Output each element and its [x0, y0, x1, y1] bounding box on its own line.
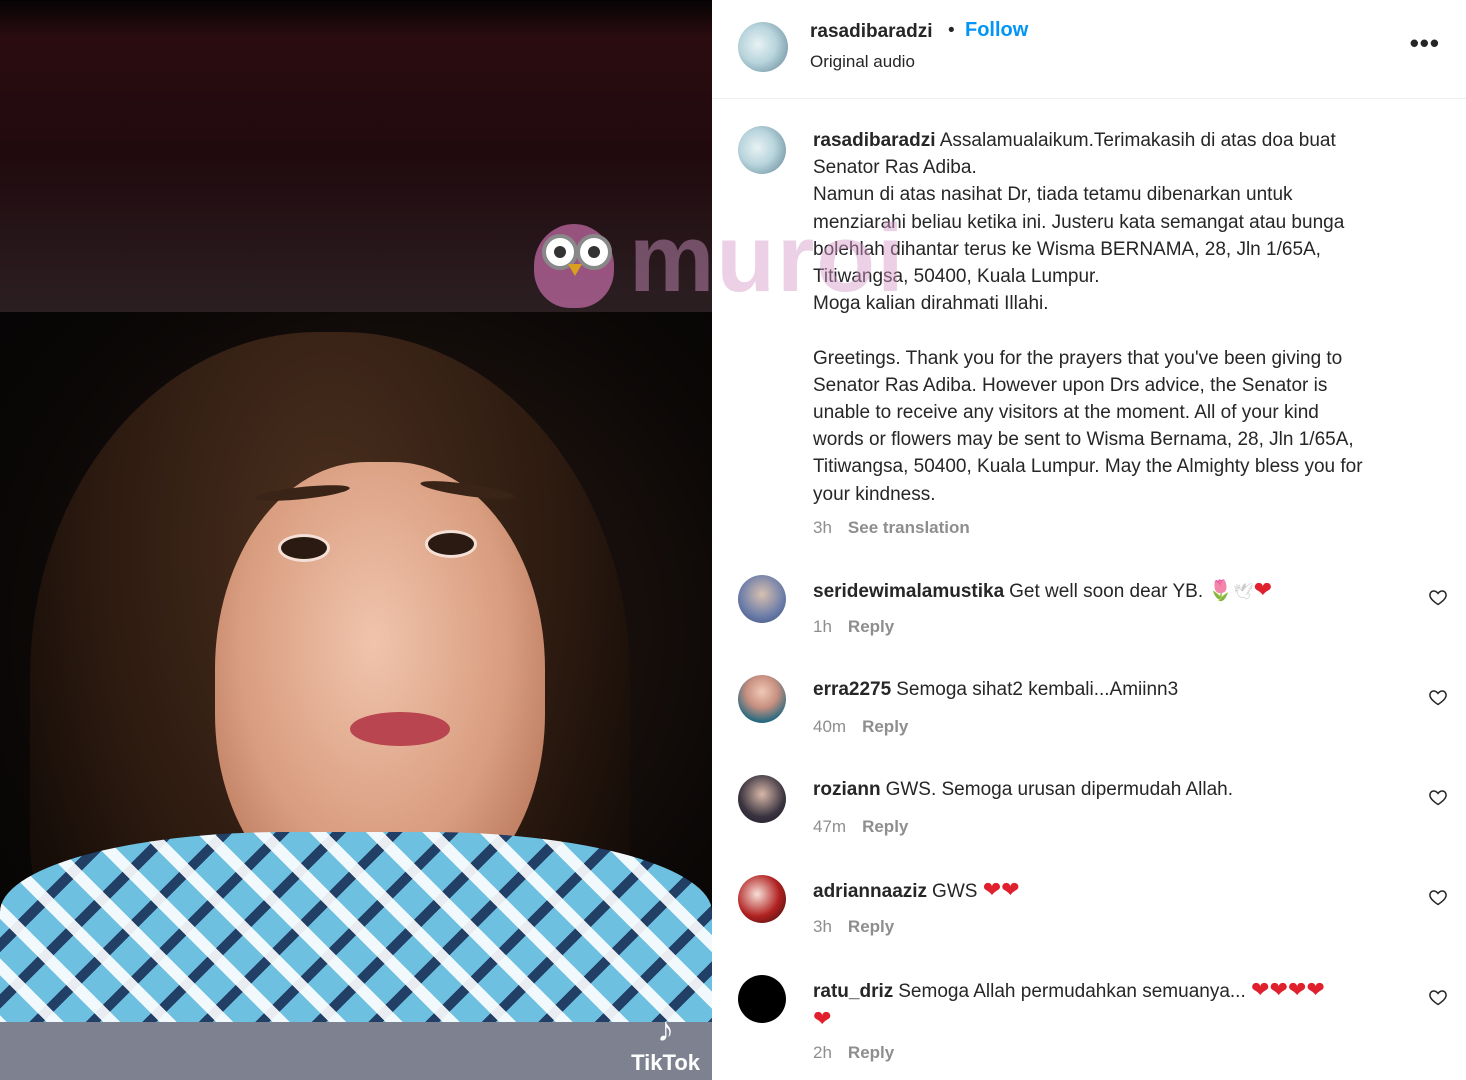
caption-time: 3h	[813, 518, 832, 537]
comment-item: adriannaaziz GWS ❤❤ 3h Reply	[712, 875, 1466, 965]
comment-meta: 40m Reply	[813, 717, 908, 737]
heart-emoji-icon: ❤	[1001, 877, 1020, 902]
left-eye	[278, 534, 330, 562]
like-heart-icon[interactable]	[1428, 687, 1448, 707]
comment-item: seridewimalamustika Get well soon dear YB…	[712, 575, 1466, 665]
comment-text: GWS	[932, 881, 978, 902]
heart-emoji-icon: ❤	[982, 877, 1002, 902]
comment-text: GWS. Semoga urusan dipermudah Allah.	[885, 779, 1234, 800]
video-player[interactable]: ♪ TikTok	[0, 0, 712, 1080]
comment-body: erra2275 Semoga sihat2 kembali...Amiinn3	[813, 676, 1353, 703]
like-heart-icon[interactable]	[1428, 787, 1448, 807]
comment-body: ratu_driz Semoga Allah permudahkan semuan…	[813, 976, 1353, 1034]
separator-dot: •	[948, 20, 955, 41]
heart-emoji-icon: ❤	[1251, 977, 1270, 1002]
caption-username[interactable]: rasadibaradzi	[813, 130, 936, 151]
like-heart-icon[interactable]	[1428, 987, 1448, 1007]
avatar[interactable]	[738, 775, 786, 823]
caption-text: rasadibaradzi Assalamualaikum.Terimakasi…	[813, 127, 1433, 508]
heart-emoji-icon: ❤	[1269, 977, 1288, 1002]
comment-time: 40m	[813, 717, 847, 736]
comment-item: roziann GWS. Semoga urusan dipermudah All…	[712, 775, 1466, 865]
reply-button[interactable]: Reply	[862, 717, 908, 736]
video-bottom-band	[0, 1022, 712, 1080]
comment-username[interactable]: ratu_driz	[813, 981, 893, 1002]
avatar[interactable]	[738, 675, 786, 723]
header-username[interactable]: rasadibaradzi	[810, 21, 933, 43]
comment-item: erra2275 Semoga sihat2 kembali...Amiinn3 …	[712, 675, 1466, 765]
comment-username[interactable]: adriannaaziz	[813, 881, 927, 902]
caption-body: Assalamualaikum.Terimakasih di atas doa …	[813, 130, 1363, 505]
comment-username[interactable]: roziann	[813, 779, 881, 800]
comment-username[interactable]: erra2275	[813, 679, 891, 700]
tiktok-note-icon: ♪	[657, 1011, 675, 1049]
right-eye	[425, 530, 477, 558]
post-panel: rasadibaradzi • Follow Original audio ••…	[712, 0, 1466, 1080]
video-frame	[0, 312, 712, 1022]
comment-text: Semoga sihat2 kembali...Amiinn3	[896, 679, 1179, 700]
tulip-emoji-icon: 🌷	[1208, 580, 1234, 602]
avatar[interactable]	[738, 575, 786, 623]
reply-button[interactable]: Reply	[848, 1043, 894, 1062]
comment-meta: 3h Reply	[813, 917, 894, 937]
comment-meta: 1h Reply	[813, 617, 894, 637]
avatar[interactable]	[738, 22, 788, 72]
comment-body: roziann GWS. Semoga urusan dipermudah All…	[813, 776, 1353, 803]
comment-time: 3h	[813, 917, 832, 936]
comment-item: ratu_driz Semoga Allah permudahkan semuan…	[712, 975, 1466, 1080]
avatar[interactable]	[738, 875, 786, 923]
like-heart-icon[interactable]	[1428, 587, 1448, 607]
heart-emoji-icon: ❤	[813, 1006, 832, 1031]
avatar[interactable]	[738, 975, 786, 1023]
comment-username[interactable]: seridewimalamustika	[813, 581, 1004, 602]
caption-meta: 3h See translation	[813, 518, 970, 538]
see-translation-button[interactable]: See translation	[848, 518, 970, 537]
reply-button[interactable]: Reply	[848, 917, 894, 936]
comment-body: seridewimalamustika Get well soon dear YB…	[813, 576, 1353, 606]
tiktok-logo: ♪ TikTok	[631, 1010, 700, 1076]
post-header: rasadibaradzi • Follow Original audio ••…	[712, 0, 1466, 99]
follow-button[interactable]: Follow	[965, 19, 1028, 42]
comment-time: 2h	[813, 1043, 832, 1062]
video-top-band	[0, 0, 712, 312]
comment-text: Semoga Allah permudahkan semuanya...	[898, 981, 1246, 1002]
lips	[350, 712, 450, 746]
comment-text: Get well soon dear YB.	[1009, 581, 1204, 602]
more-horizontal-icon[interactable]: •••	[1410, 28, 1440, 59]
comment-meta: 2h Reply	[813, 1043, 894, 1063]
reply-button[interactable]: Reply	[862, 817, 908, 836]
like-heart-icon[interactable]	[1428, 887, 1448, 907]
comment-time: 47m	[813, 817, 847, 836]
audio-label[interactable]: Original audio	[810, 52, 915, 72]
comment-time: 1h	[813, 617, 832, 636]
dove-emoji-icon: 🕊	[1233, 584, 1254, 601]
heart-emoji-icon: ❤	[1306, 977, 1325, 1002]
heart-emoji-icon: ❤	[1253, 577, 1273, 602]
video-subject-blouse	[0, 832, 712, 1022]
avatar[interactable]	[738, 126, 786, 174]
comment-meta: 47m Reply	[813, 817, 908, 837]
tiktok-label: TikTok	[631, 1050, 700, 1075]
reply-button[interactable]: Reply	[848, 617, 894, 636]
comment-body: adriannaaziz GWS ❤❤	[813, 876, 1353, 905]
heart-emoji-icon: ❤	[1287, 977, 1307, 1002]
